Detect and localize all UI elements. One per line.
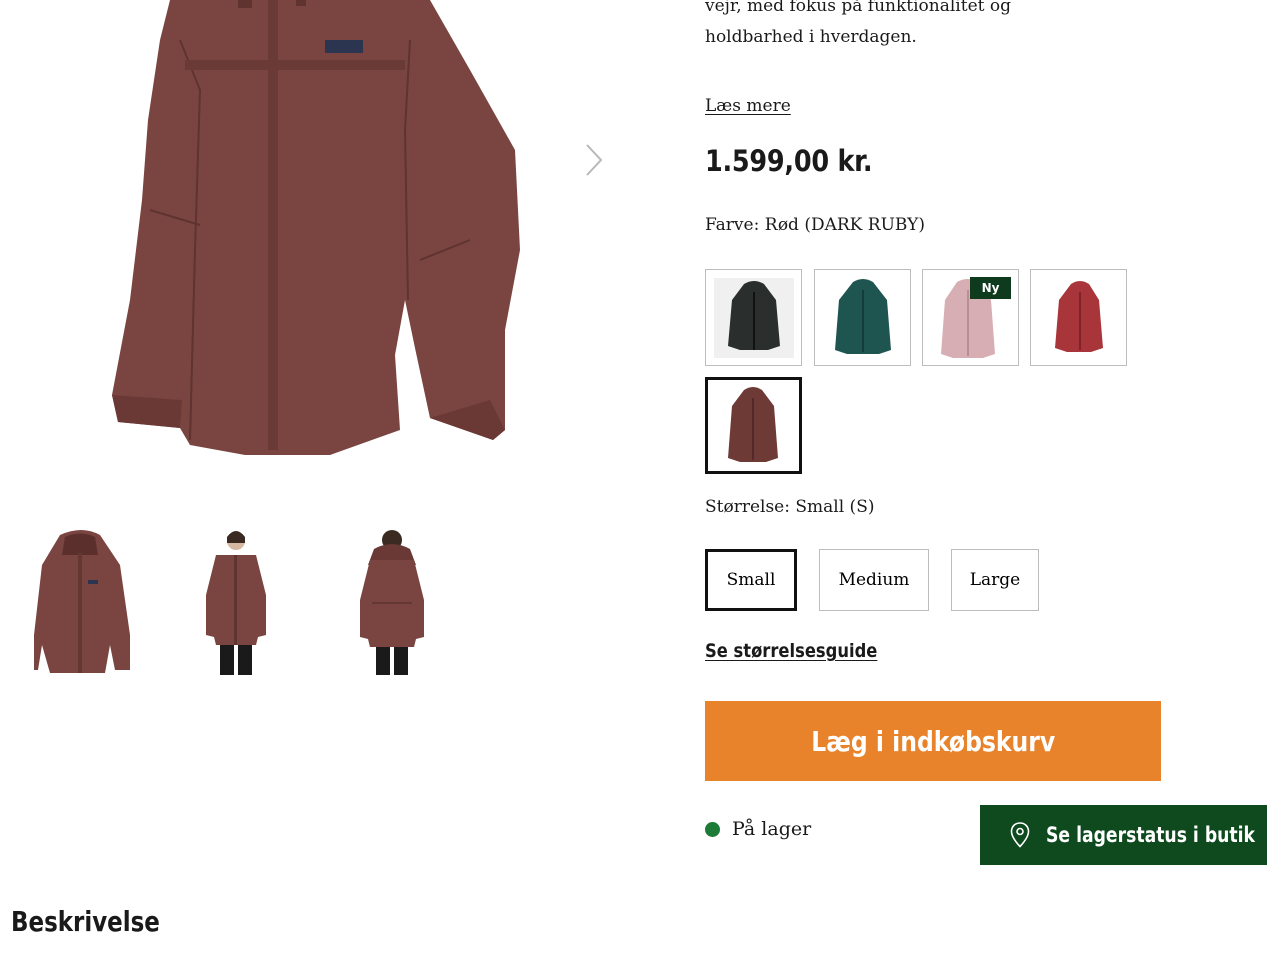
size-label: Størrelse: Small (S) <box>705 497 875 517</box>
size-button-large[interactable]: Large <box>951 549 1039 611</box>
color-swatch-dark-ruby[interactable] <box>705 377 802 474</box>
description-heading: Beskrivelse <box>11 905 160 938</box>
color-swatch-black[interactable] <box>705 269 802 366</box>
size-button-medium[interactable]: Medium <box>819 549 929 611</box>
in-stock-dot-icon <box>705 821 720 837</box>
store-stock-button[interactable]: Se lagerstatus i butik <box>980 805 1267 865</box>
color-swatch-red[interactable] <box>1030 269 1127 366</box>
color-swatch-teal[interactable] <box>814 269 911 366</box>
intro-line: vejr, med fokus på funktionalitet og <box>705 0 1011 16</box>
thumbnail-jacket-front[interactable] <box>20 525 140 675</box>
main-product-image <box>0 0 600 480</box>
add-to-cart-button[interactable]: Læg i indkøbskurv <box>705 701 1161 781</box>
store-stock-label: Se lagerstatus i butik <box>1046 823 1256 847</box>
thumbnail-model-front[interactable] <box>176 525 296 675</box>
image-next-button[interactable] <box>578 138 610 182</box>
add-to-cart-label: Læg i indkøbskurv <box>811 724 1055 758</box>
color-label: Farve: Rød (DARK RUBY) <box>705 215 925 235</box>
chevron-right-icon <box>586 144 603 176</box>
color-swatch-pink[interactable]: Ny <box>922 269 1019 366</box>
thumbnail-model-back[interactable] <box>332 525 452 675</box>
stock-text: På lager <box>732 818 812 840</box>
product-price: 1.599,00 kr. <box>705 144 873 178</box>
read-more-link[interactable]: Læs mere <box>705 96 791 116</box>
intro-line: holdbarhed i hverdagen. <box>705 27 917 47</box>
size-button-small[interactable]: Small <box>705 549 797 611</box>
size-guide-link[interactable]: Se størrelsesguide <box>705 640 877 662</box>
image-thumbnails <box>20 525 452 675</box>
product-intro-text: vejr, med fokus på funktionalitet og hol… <box>705 0 1105 53</box>
location-pin-icon <box>1010 822 1030 848</box>
stock-status: På lager <box>705 818 811 840</box>
new-badge: Ny <box>970 277 1011 299</box>
